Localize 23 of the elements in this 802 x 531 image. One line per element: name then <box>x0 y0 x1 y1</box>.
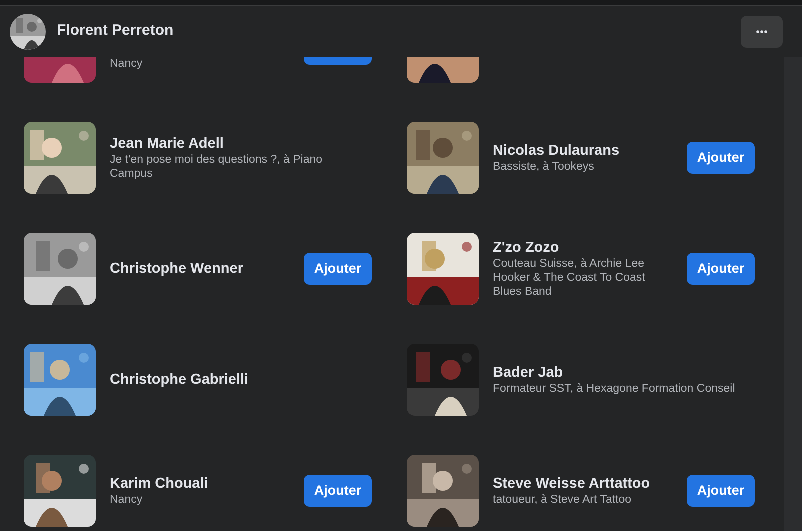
person-name: Steve Weisse Arttattoo <box>493 475 650 493</box>
person-subtitle: Bassiste, à Tookeys <box>493 160 596 174</box>
add-button[interactable]: Ajouter <box>304 253 372 285</box>
person-subtitle: tatoueur, à Steve Art Tattoo <box>493 493 633 507</box>
add-button[interactable]: Ajouter <box>304 475 372 507</box>
person-name: Karim Chouali <box>110 475 208 493</box>
add-button[interactable]: Ajouter <box>687 475 755 507</box>
person-subtitle: Nancy <box>110 493 144 507</box>
add-button[interactable]: Ajouter <box>687 142 755 174</box>
person-name: Christophe Wenner <box>110 260 244 278</box>
person-name: Christophe Gabrielli <box>110 371 249 389</box>
person-subtitle: Couteau Suisse, à Archie Lee Hooker & The Coast To Coast Blues Band <box>493 257 646 299</box>
person-subtitle: Nancy <box>110 57 144 71</box>
person-subtitle: Je t'en pose moi des questions ?, à Piano Campus <box>110 153 324 181</box>
person-name: Nicolas Dulaurans <box>493 142 620 160</box>
person-name: Jean Marie Adell <box>110 135 224 153</box>
add-button[interactable]: Ajouter <box>687 253 755 285</box>
person-subtitle: Formateur SST, à Hexagone Formation Conseil <box>493 382 736 396</box>
profile-name: Florent Perreton <box>57 21 174 42</box>
person-name: Bader Jab <box>493 364 564 382</box>
more-icon <box>756 30 768 34</box>
add-button[interactable] <box>304 57 372 65</box>
person-name: Z'zo Zozo <box>493 239 560 257</box>
